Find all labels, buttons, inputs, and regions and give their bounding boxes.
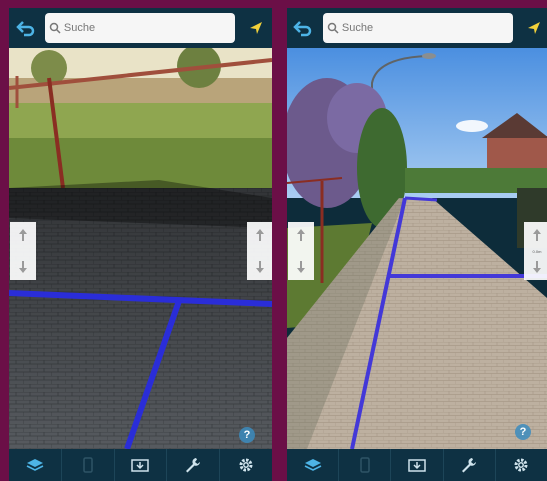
camera-view [9, 48, 272, 449]
height-value: 0.0m [532, 248, 542, 254]
phone-screen-left: ? [9, 8, 272, 481]
height-adjust-panel [288, 222, 314, 280]
location-arrow-icon[interactable] [519, 11, 547, 45]
arrow-down-icon[interactable] [17, 260, 29, 274]
layers-icon[interactable] [287, 449, 340, 481]
height-adjust-panel [10, 222, 36, 280]
search-input[interactable] [63, 22, 235, 34]
back-arrow-icon[interactable] [288, 11, 318, 45]
search-input[interactable] [341, 22, 513, 34]
location-arrow-icon[interactable] [241, 11, 271, 45]
arrow-up-icon[interactable] [531, 228, 543, 242]
height-adjust-panel-right: 0.0m [524, 222, 547, 280]
wrench-icon[interactable] [167, 449, 221, 481]
image-icon[interactable] [391, 449, 444, 481]
layers-icon[interactable] [9, 449, 62, 481]
search-icon [49, 21, 62, 35]
arrow-down-icon[interactable] [295, 260, 307, 274]
phone-icon[interactable] [339, 449, 392, 481]
top-toolbar [9, 8, 272, 48]
phone-icon[interactable] [62, 449, 115, 481]
gear-icon[interactable] [220, 449, 272, 481]
search-field[interactable] [45, 13, 235, 43]
arrow-up-icon[interactable] [295, 228, 307, 242]
help-icon[interactable]: ? [239, 427, 255, 443]
search-icon [327, 21, 340, 35]
top-toolbar [287, 8, 547, 48]
gear-icon[interactable] [496, 449, 547, 481]
wrench-icon[interactable] [444, 449, 496, 481]
bottom-tabbar [287, 449, 547, 481]
search-field[interactable] [323, 13, 513, 43]
phone-screen-right: 0.0m ? [287, 8, 547, 481]
arrow-up-icon[interactable] [17, 228, 29, 242]
back-arrow-icon[interactable] [11, 11, 41, 45]
camera-view [287, 48, 547, 449]
arrow-down-icon[interactable] [531, 260, 543, 274]
arrow-up-icon[interactable] [254, 228, 266, 242]
bottom-tabbar [9, 449, 272, 481]
height-adjust-panel-right [247, 222, 272, 280]
arrow-down-icon[interactable] [254, 260, 266, 274]
image-icon[interactable] [115, 449, 168, 481]
help-icon[interactable]: ? [515, 424, 531, 440]
